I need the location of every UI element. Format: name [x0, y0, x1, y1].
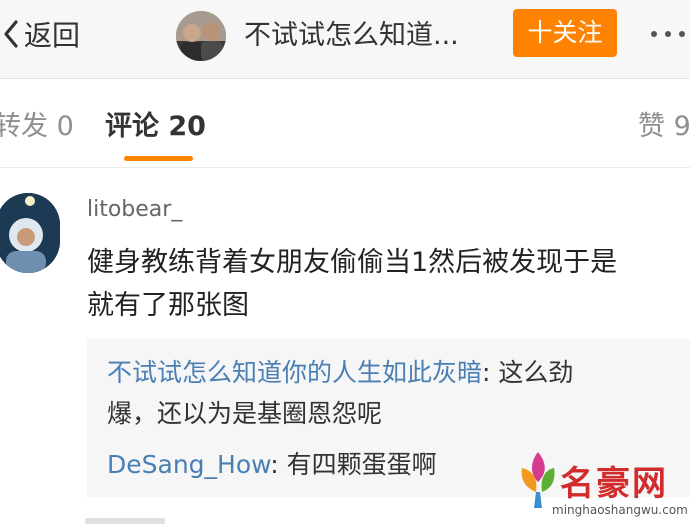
- comment-text: 健身教练背着女朋友偷偷当1然后被发现于是 就有了那张图: [87, 241, 690, 327]
- more-dots-icon[interactable]: [648, 22, 690, 46]
- back-button[interactable]: 返回: [0, 14, 80, 54]
- reply-username[interactable]: DeSang_How: [107, 450, 270, 479]
- reply-text-continued: 爆，还以为是基圈恩怨呢: [107, 399, 383, 428]
- next-comment-peek: [85, 518, 165, 524]
- comment-text-line: 就有了那张图: [87, 290, 249, 321]
- active-tab-indicator: [124, 156, 193, 161]
- commenter-avatar[interactable]: [0, 193, 60, 273]
- watermark-title: 名豪网: [560, 464, 668, 504]
- follow-button[interactable]: 十关注: [513, 9, 617, 57]
- reply-text: : 有四颗蛋蛋啊: [270, 450, 437, 479]
- tab-reposts[interactable]: 转发 0: [0, 107, 74, 147]
- reply-item: DeSang_How: 有四颗蛋蛋啊: [107, 445, 437, 485]
- tab-likes[interactable]: 赞 9: [638, 107, 690, 147]
- tab-comments[interactable]: 评论 20: [105, 107, 206, 147]
- poster-avatar[interactable]: [176, 11, 226, 61]
- poster-avatar-image: [176, 11, 226, 61]
- watermark-url: minghaoshangwu.com: [552, 503, 688, 517]
- reply-item: 不试试怎么知道你的人生如此灰暗: 这么劲: [107, 353, 573, 393]
- commenter-username[interactable]: litobear_: [87, 197, 182, 222]
- reply-username[interactable]: 不试试怎么知道你的人生如此灰暗: [107, 358, 482, 387]
- top-navigation-bar: 返回 不试试怎么知道... 十关注: [0, 0, 690, 79]
- back-label: 返回: [24, 19, 81, 52]
- tab-bar: 转发 0 评论 20 赞 9: [0, 79, 690, 168]
- chevron-left-icon: [4, 20, 18, 48]
- post-title: 不试试怎么知道...: [244, 20, 459, 51]
- reply-text: : 这么劲: [482, 358, 574, 387]
- commenter-avatar-image: [0, 193, 60, 273]
- comment-text-line: 健身教练背着女朋友偷偷当1然后被发现于是: [87, 247, 618, 278]
